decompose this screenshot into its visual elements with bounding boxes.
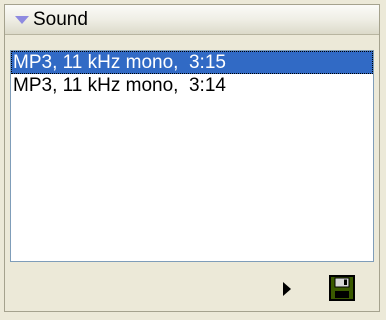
list-item[interactable]: MP3, 11 kHz mono, 3:14 (11, 74, 373, 97)
list-item[interactable]: MP3, 11 kHz mono, 3:15 (11, 51, 373, 74)
collapse-triangle-icon[interactable] (15, 16, 29, 24)
panel-header[interactable]: Sound (5, 5, 379, 35)
panel-title: Sound (33, 9, 88, 30)
sound-list[interactable]: MP3, 11 kHz mono, 3:15 MP3, 11 kHz mono,… (10, 50, 374, 262)
sound-panel: Sound MP3, 11 kHz mono, 3:15 MP3, 11 kHz… (4, 4, 380, 312)
floppy-disk-icon[interactable] (329, 275, 355, 301)
play-icon[interactable] (283, 282, 291, 296)
panel-footer (5, 267, 379, 311)
